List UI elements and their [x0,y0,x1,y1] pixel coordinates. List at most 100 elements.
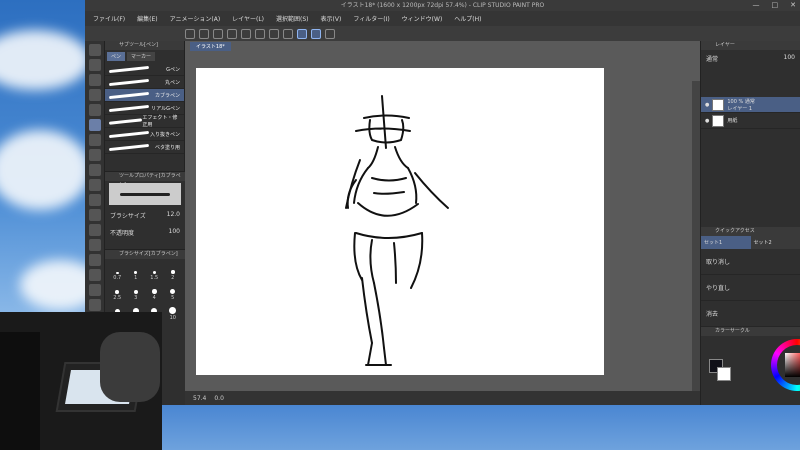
zoom-tool-icon[interactable] [88,44,101,56]
pencil-tool-icon[interactable] [88,134,101,146]
layer-row[interactable]: ● 用紙 [701,113,800,129]
brush-size-dot [170,288,176,294]
minimize-button[interactable]: — [753,0,760,11]
zoom-value[interactable]: 57.4 [193,395,206,402]
tab-pen[interactable]: ペン [107,52,126,61]
brush-size-label: 2.5 [113,295,122,301]
redo-item[interactable]: やり直し [701,275,800,301]
color-square[interactable] [785,353,800,377]
menu-animation[interactable]: アニメーション(A) [170,14,221,23]
brush-size-dot [115,290,120,294]
brush-item[interactable]: エフェクト・修正用 [105,115,184,128]
brush-size-option[interactable]: 1 [128,265,145,281]
undo-icon[interactable] [227,28,237,39]
brush-size-dot [116,271,119,274]
opacity-value[interactable]: 100 [169,228,180,237]
maximize-button[interactable]: □ [772,0,779,11]
airbrush-tool-icon[interactable] [88,164,101,176]
brush-size-option[interactable]: 0.7 [109,265,126,281]
blend-mode-select[interactable]: 通常 [706,54,718,63]
brush-size-label: 4 [152,295,156,301]
brush-size-option[interactable]: 2.5 [109,285,126,301]
ruler-tool-icon[interactable] [88,284,101,296]
color-wheel-header: カラーサークル [701,327,800,336]
fill-icon[interactable] [269,28,279,39]
gradient-tool-icon[interactable] [88,239,101,251]
canvas-area[interactable]: イラスト18* [185,41,700,391]
brush-item[interactable]: 入り抜きペン [105,128,184,141]
move-tool-icon[interactable] [88,74,101,86]
eye-icon[interactable]: ● [705,118,709,124]
subtool-header: サブツール[ペン] [105,41,184,50]
brush-item[interactable]: 丸ペン [105,76,184,89]
pen-tool-icon[interactable] [88,119,101,131]
eraser-tool-icon[interactable] [88,194,101,206]
frame-tool-icon[interactable] [88,269,101,281]
close-button[interactable]: ✕ [790,0,796,11]
opacity-row[interactable]: 不透明度 100 [105,224,185,241]
open-icon[interactable] [199,28,209,39]
layer-thumbnail [712,114,725,127]
ruler-icon[interactable] [311,28,321,39]
clear-item[interactable]: 消去 [701,301,800,327]
brush-size-label: 3 [134,295,138,301]
brush-size-option[interactable]: 5 [165,285,182,301]
brush-size-option[interactable]: 1.5 [146,265,163,281]
menu-layer[interactable]: レイヤー(L) [232,14,264,23]
brush-size-label: 1.5 [150,275,159,281]
select-tool-icon[interactable] [88,89,101,101]
brush-size-option[interactable]: 2 [165,265,182,281]
tab-set2[interactable]: セット2 [751,236,800,249]
fill-tool-icon[interactable] [88,224,101,236]
figure-tool-icon[interactable] [88,254,101,266]
tab-marker[interactable]: マーカー [127,52,156,61]
layer-opacity-value[interactable]: 100 [784,54,795,63]
brush-size-option[interactable]: 4 [146,285,163,301]
brush-size-label: 0.7 [113,275,122,281]
layer-row[interactable]: ● 100 % 通常 レイヤー 1 [701,97,800,113]
save-icon[interactable] [213,28,223,39]
eyedropper-tool-icon[interactable] [88,104,101,116]
brush-item-selected[interactable]: カブラペン [105,89,184,102]
brush-size-value[interactable]: 12.0 [167,211,180,220]
brush-item[interactable]: Gペン [105,63,184,76]
brush-tool-icon[interactable] [88,149,101,161]
decoration-tool-icon[interactable] [88,179,101,191]
text-tool-icon[interactable] [88,299,101,311]
eye-icon[interactable]: ● [705,102,709,108]
tab-set1[interactable]: セット1 [701,236,751,249]
figure-sketch [345,95,449,366]
menu-edit[interactable]: 編集(E) [137,14,157,23]
brush-size-option[interactable]: 10 [165,305,182,321]
brush-size-label: 1 [134,275,138,281]
document-tab[interactable]: イラスト18* [190,42,231,51]
menu-window[interactable]: ウィンドウ(W) [402,14,443,23]
layer-blend-row[interactable]: 通常 100 [701,50,800,67]
hand-tool-icon[interactable] [88,59,101,71]
brush-item[interactable]: ベタ塗り用 [105,141,184,154]
layer-thumbnail [712,98,725,111]
clip-studio-window: イラスト18* (1600 x 1200px 72dpi 57.4%) - CL… [85,0,800,405]
sub-color-swatch[interactable] [717,367,731,381]
menu-filter[interactable]: フィルター(I) [353,14,389,23]
new-icon[interactable] [185,28,195,39]
menu-selection[interactable]: 選択範囲(S) [276,14,309,23]
rotation-value[interactable]: 0.0 [214,395,224,402]
brush-size-row[interactable]: ブラシサイズ 12.0 [105,207,185,224]
settings-icon[interactable] [325,28,335,39]
menu-file[interactable]: ファイル(F) [93,14,125,23]
transform-icon[interactable] [255,28,265,39]
canvas-paper[interactable] [196,68,604,375]
select-icon[interactable] [283,28,293,39]
status-bar: 57.4 0.0 [185,391,700,405]
toolprop-header: ツールプロパティ[カブラペン] [105,172,185,188]
brush-size-option[interactable]: 3 [128,285,145,301]
redo-icon[interactable] [241,28,251,39]
snap-icon[interactable] [297,28,307,39]
title-bar: イラスト18* (1600 x 1200px 72dpi 57.4%) - CL… [85,0,800,11]
vertical-scrollbar[interactable] [692,81,700,391]
undo-item[interactable]: 取り消し [701,249,800,275]
blend-tool-icon[interactable] [88,209,101,221]
menu-help[interactable]: ヘルプ(H) [454,14,481,23]
menu-view[interactable]: 表示(V) [321,14,342,23]
